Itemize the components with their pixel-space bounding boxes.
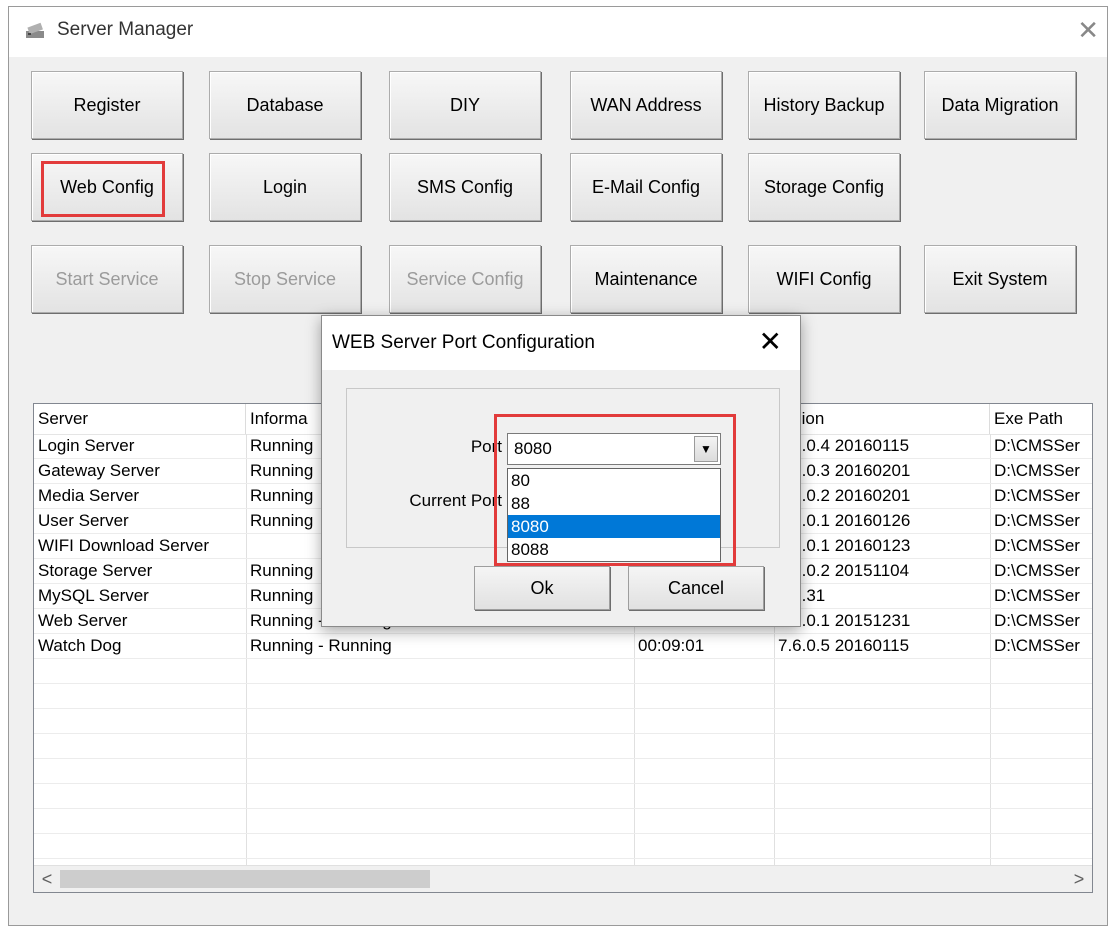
cell-server: Media Server — [38, 486, 140, 505]
scrollbar-thumb[interactable] — [60, 870, 430, 888]
port-option-selected[interactable]: 8080 — [508, 515, 720, 538]
close-icon[interactable]: ✕ — [1077, 17, 1099, 43]
port-dropdown-list[interactable]: 80 88 8080 8088 — [507, 468, 721, 562]
wifi-config-button[interactable]: WIFI Config — [748, 245, 900, 313]
cell-information: Running - Running — [250, 636, 392, 655]
start-service-button[interactable]: Start Service — [31, 245, 183, 313]
cell-version: 5.5.31 — [778, 586, 826, 605]
cell-exe-path: D:\CMSSer — [994, 486, 1080, 505]
table-row[interactable]: Watch Dog Running - Running 00:09:01 7.6.0.… — [34, 634, 1092, 659]
cell-exe-path: D:\CMSSer — [994, 536, 1080, 555]
cell-server: Login Server — [38, 436, 135, 455]
cell-server: Storage Server — [38, 561, 153, 580]
dialog-title-bar: WEB Server Port Configuration ✕ — [322, 316, 800, 370]
cell-server: Web Server — [38, 611, 128, 630]
column-header-version[interactable]: ersion — [774, 404, 990, 434]
cell-version: 7.6.0.1 20151231 — [778, 611, 911, 630]
cell-exe-path: D:\CMSSer — [994, 436, 1080, 455]
server-manager-window: Server Manager ✕ Register Database DIY W… — [8, 6, 1108, 926]
port-select[interactable]: 8080 ▼ — [507, 433, 721, 465]
cell-exe-path: D:\CMSSer — [994, 611, 1080, 630]
wan-address-button[interactable]: WAN Address — [570, 71, 722, 139]
ok-button[interactable]: Ok — [474, 566, 610, 610]
cell-server: WIFI Download Server — [38, 536, 209, 555]
login-button[interactable]: Login — [209, 153, 361, 221]
horizontal-scrollbar[interactable]: < > — [34, 865, 1092, 892]
cell-exe-path: D:\CMSSer — [994, 586, 1080, 605]
cell-version: 7.7.0.1 20160126 — [778, 511, 911, 530]
title-bar: Server Manager ✕ — [9, 7, 1107, 57]
cell-version: 7.6.0.5 20160115 — [778, 636, 910, 655]
diy-button[interactable]: DIY — [389, 71, 541, 139]
port-option[interactable]: 8088 — [508, 538, 720, 561]
dialog-close-icon[interactable]: ✕ — [759, 328, 782, 356]
chevron-down-icon[interactable]: ▼ — [694, 436, 718, 462]
empty-row — [34, 734, 1092, 759]
port-label: Port — [470, 437, 502, 456]
column-header-exe-path[interactable]: Exe Path — [990, 404, 1092, 434]
port-option[interactable]: 80 — [508, 469, 720, 492]
cell-version: 7.5.0.2 20151104 — [778, 561, 910, 580]
database-button[interactable]: Database — [209, 71, 361, 139]
port-select-value: 8080 — [514, 439, 552, 458]
web-server-port-dialog: WEB Server Port Configuration ✕ Port Cur… — [321, 315, 801, 627]
cell-server: User Server — [38, 511, 129, 530]
cell-server: MySQL Server — [38, 586, 149, 605]
cell-runtime: 00:09:01 — [638, 636, 705, 655]
email-config-button[interactable]: E-Mail Config — [570, 153, 722, 221]
stop-service-button[interactable]: Stop Service — [209, 245, 361, 313]
service-config-button[interactable]: Service Config — [389, 245, 541, 313]
empty-row — [34, 684, 1092, 709]
empty-row — [34, 709, 1092, 734]
empty-row — [34, 834, 1092, 859]
port-option[interactable]: 88 — [508, 492, 720, 515]
dialog-title: WEB Server Port Configuration — [332, 332, 595, 353]
empty-row — [34, 784, 1092, 809]
cell-version: 7.7.0.1 20160123 — [778, 536, 911, 555]
window-title: Server Manager — [57, 19, 194, 40]
cell-version: 7.7.0.3 20160201 — [778, 461, 911, 480]
empty-row — [34, 659, 1092, 684]
empty-row — [34, 759, 1092, 784]
scroll-left-icon[interactable]: < — [34, 866, 60, 892]
cell-exe-path: D:\CMSSer — [994, 461, 1080, 480]
data-migration-button[interactable]: Data Migration — [924, 71, 1076, 139]
cell-exe-path: D:\CMSSer — [994, 511, 1080, 530]
cell-exe-path: D:\CMSSer — [994, 636, 1080, 655]
column-header-server[interactable]: Server — [34, 404, 246, 434]
register-button[interactable]: Register — [31, 71, 183, 139]
cell-server: Gateway Server — [38, 461, 160, 480]
cell-version: 7.7.0.2 20160201 — [778, 486, 911, 505]
cell-server: Watch Dog — [38, 636, 122, 655]
scroll-right-icon[interactable]: > — [1066, 866, 1092, 892]
storage-config-button[interactable]: Storage Config — [748, 153, 900, 221]
exit-system-button[interactable]: Exit System — [924, 245, 1076, 313]
history-backup-button[interactable]: History Backup — [748, 71, 900, 139]
empty-row — [34, 809, 1092, 834]
server-manager-app-icon — [26, 22, 44, 38]
cell-version: 7.6.0.4 20160115 — [778, 436, 910, 455]
web-config-button[interactable]: Web Config — [31, 153, 183, 221]
maintenance-button[interactable]: Maintenance — [570, 245, 722, 313]
current-port-label: Current Port — [409, 491, 502, 510]
cell-exe-path: D:\CMSSer — [994, 561, 1080, 580]
sms-config-button[interactable]: SMS Config — [389, 153, 541, 221]
cancel-button[interactable]: Cancel — [628, 566, 764, 610]
